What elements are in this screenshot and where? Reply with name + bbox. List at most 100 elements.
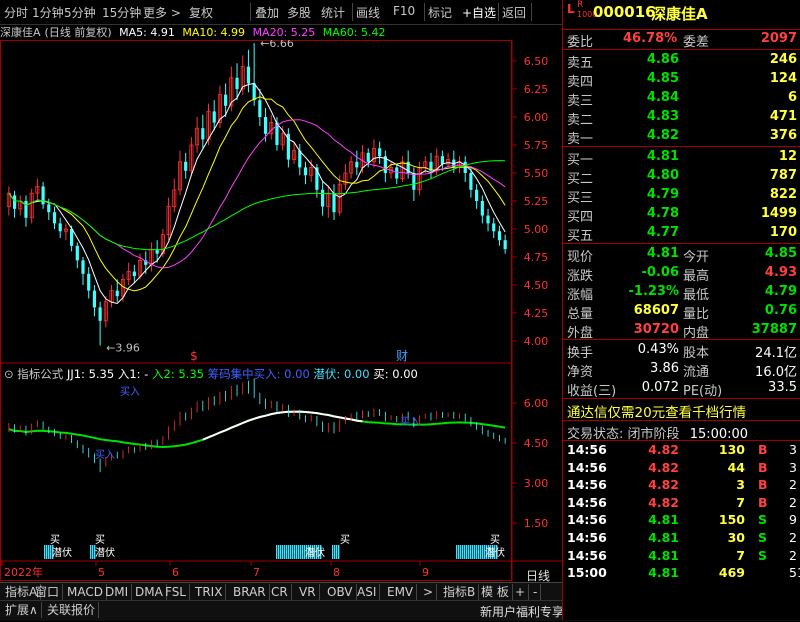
tick-side: B [758,477,768,493]
indicator-tab-11[interactable]: ASI [354,584,381,600]
indicator-tab-8[interactable]: CR [268,584,292,600]
stat-label: 现价 [567,250,594,265]
bid-price: 4.81 [646,149,679,164]
toolbar-item-12[interactable]: +自选 [462,4,496,21]
x-tick-label: 8 [333,566,340,579]
event-marker[interactable]: 财 [396,349,408,363]
toolbar-item-8[interactable]: 统计 [321,4,345,21]
stat-row: 总量 68607 量比 0.76 [563,302,800,322]
ask-price: 4.82 [646,128,679,143]
tick-time: 15:00 [567,565,607,581]
price-annotation: ←3.96 [106,341,140,354]
candle-body [475,189,479,201]
tabs-more-button[interactable]: > [420,584,438,600]
period-label[interactable]: 日线 [526,567,550,584]
hidden-signal-bar [302,545,304,559]
hidden-signal-bar [332,545,334,559]
stat-value: 4.85 [764,246,797,261]
buy-flag: 买 [490,534,500,546]
bid-row: 买三 4.79 822 [563,186,800,206]
indicator-label: 指标公式 [17,367,64,381]
related-quote-button[interactable]: 关联报价 [44,602,100,618]
ask-volume: 376 [769,128,797,143]
toolbar-item-1[interactable]: 1分钟 [32,4,64,21]
indicator-tab-9[interactable]: VR [296,584,320,600]
tick-price: 4.82 [648,459,679,475]
hidden-signal-bar [464,545,466,559]
promo-link[interactable]: 通达信仅需20元查看千档行情 [567,401,800,421]
indicator-tab-3[interactable]: DMI [102,584,133,600]
ind-y-tick-label: 6.00 [524,397,549,410]
stock-code: 000016 [593,3,656,21]
candle-body [92,290,97,308]
toolbar-item-7[interactable]: 多股 [287,4,311,21]
ask-row: 卖一 4.82 376 [563,127,800,147]
candle-body [440,156,444,165]
hidden-signal-bar [460,545,462,559]
stat-label: 最高 [683,269,710,284]
toolbar-item-0[interactable]: 分时 [4,4,28,21]
hidden-signal-bar [280,545,282,559]
x-tick-label: 9 [422,566,429,579]
event-marker[interactable]: $ [190,349,198,363]
indicator-tab-5[interactable]: FSL [162,584,190,600]
candle-body [41,186,45,205]
toolbar-item-6[interactable]: 叠加 [255,4,279,21]
expand-button[interactable]: 扩展∧ [2,602,42,618]
indicator-b-tab[interactable]: 指标B [440,584,480,600]
tick-volume: 3 [736,477,745,493]
fundamental-label: 收益(三) [567,384,617,399]
candle-body [235,77,239,89]
collapse-icon[interactable]: ⊙ [4,367,14,381]
indicator-tab-10[interactable]: OBV [324,584,357,600]
x-tick-label: 7 [253,566,260,579]
stock-name: 深康佳A [651,5,708,23]
wei-bi-value: 46.78% [623,31,678,46]
tick-count: 2 [789,494,797,510]
toolbar-item-2[interactable]: 5分钟 [64,4,96,21]
indicator-tab-2[interactable]: MACD [64,584,107,600]
indicator-tab-7[interactable]: BRAR [230,584,270,600]
toolbar-item-11[interactable]: 标记 [428,4,452,21]
stat-value: 0.76 [764,303,797,318]
toolbar-item-13[interactable]: 返回 [502,4,526,21]
fundamental-value: 0.072 [641,380,679,395]
bid-price: 4.78 [646,206,679,221]
tick-volume: 469 [718,565,745,581]
tick-row: 14:56 4.81 150 S 9 [563,512,800,530]
chart-area[interactable]: ←6.66←3.96$ 财 买入买入买入买买买买潜伏 潜伏 潜伏 潜伏 6.506.25… [0,40,562,582]
hidden-signal-bar [478,545,480,559]
toolbar-item-4[interactable]: 更多 > [143,4,181,21]
zoom-in-button[interactable]: + [512,584,530,600]
candle-body [98,307,102,321]
toolbar-item-10[interactable]: F10 [393,4,415,18]
x-axis: 2022年 5 6 7 8 9 [1,561,429,579]
hidden-signal-bar [90,545,92,559]
promo-text[interactable]: 新用户福利专享 [480,603,564,620]
toolbar-item-9[interactable]: 画线 [356,4,380,21]
y-tick-label: 5.75 [524,139,549,152]
fundamental-label: 流通 [683,365,710,380]
stat-row: 涨幅 -1.23% 最低 4.79 [563,283,800,303]
toolbar-divider [498,3,499,21]
template-tab[interactable]: 模 板 [478,584,513,600]
hidden-signal-bar [46,545,48,559]
y-tick-label: 5.00 [524,223,549,236]
y-tick-label: 4.00 [524,335,549,348]
zoom-out-button[interactable]: - [530,584,542,600]
tick-side: B [758,459,768,475]
hidden-signal-bar [338,545,340,559]
indicator-tab-12[interactable]: EMV [384,584,418,600]
y-tick-label: 5.50 [524,167,549,180]
candle-body [366,152,370,162]
hidden-signal-bar [462,545,464,559]
toolbar-item-5[interactable]: 复权 [189,4,213,21]
indicator-tab-1[interactable]: 窗口 [32,584,64,600]
candle-body [115,290,119,297]
hidden-signal-bar [276,545,278,559]
y-axis-ticks: 6.50 6.25 6.00 5.75 5.50 5.25 5.00 4.75 4.50 4.25… [512,55,548,530]
buy2-value: 入2: 5.35 [152,367,204,381]
toolbar-item-3[interactable]: 15分钟 [102,4,141,21]
candle-body [224,94,228,106]
indicator-tab-6[interactable]: TRIX [192,584,227,600]
